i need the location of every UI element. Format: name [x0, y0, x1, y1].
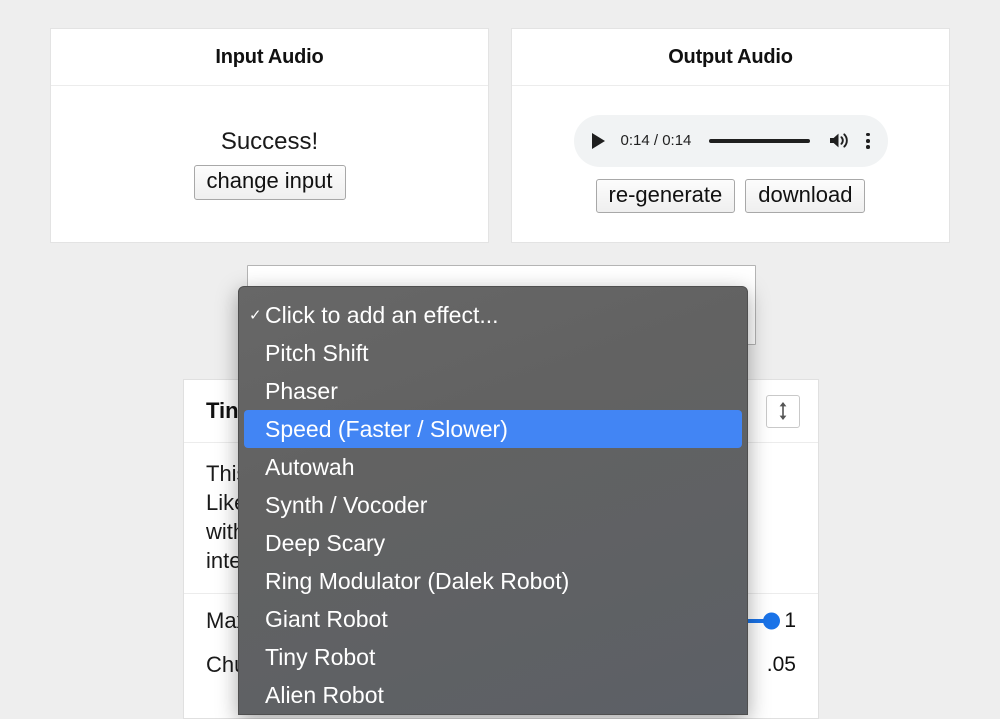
dropdown-option-phaser[interactable]: Phaser: [239, 372, 747, 410]
param-value: .05: [766, 653, 796, 676]
dropdown-option-click-to-add[interactable]: ✓ Click to add an effect...: [239, 296, 747, 334]
more-vertical-icon[interactable]: [866, 132, 870, 149]
dropdown-option-label: Deep Scary: [265, 529, 386, 556]
menu-dot: [866, 132, 870, 137]
change-input-button[interactable]: change input: [193, 165, 346, 200]
menu-dot: [866, 145, 870, 149]
dropdown-option-alien-robot[interactable]: Alien Robot: [239, 676, 747, 714]
volume-icon[interactable]: [828, 131, 850, 150]
dropdown-option-label: Synth / Vocoder: [265, 491, 428, 518]
slider-thumb[interactable]: [763, 612, 781, 630]
audio-time-display: 0:14 / 0:14: [620, 132, 692, 150]
dropdown-option-label: Speed (Faster / Slower): [265, 415, 508, 442]
output-audio-header: Output Audio: [512, 29, 949, 86]
dropdown-option-ring-modulator[interactable]: Ring Modulator (Dalek Robot): [239, 562, 747, 600]
dropdown-option-label: Autowah: [265, 453, 355, 480]
dropdown-option-giant-robot[interactable]: Giant Robot: [239, 600, 747, 638]
param-value-group[interactable]: .05: [767, 653, 796, 677]
param-value: 1: [784, 609, 796, 632]
dropdown-option-tiny-robot[interactable]: Tiny Robot: [239, 638, 747, 676]
download-button[interactable]: download: [745, 178, 866, 214]
audio-progress-bar[interactable]: [709, 138, 810, 143]
dropdown-option-label: Giant Robot: [265, 605, 388, 632]
input-audio-title: Input Audio: [215, 45, 324, 68]
dropdown-option-label: Click to add an effect...: [265, 301, 499, 328]
audio-panels-row: Input Audio Success! change input Output…: [50, 28, 950, 243]
check-icon: ✓: [249, 306, 262, 324]
dropdown-option-label: Tiny Robot: [265, 643, 376, 670]
audio-player[interactable]: 0:14 / 0:14: [573, 114, 888, 167]
input-audio-panel: Input Audio Success! change input: [50, 28, 489, 243]
dropdown-option-speed[interactable]: Speed (Faster / Slower): [244, 410, 742, 448]
re-generate-button[interactable]: re-generate: [595, 178, 736, 214]
dropdown-option-synth-vocoder[interactable]: Synth / Vocoder: [239, 486, 747, 524]
dropdown-option-label: Ring Modulator (Dalek Robot): [265, 567, 570, 594]
input-status-text: Success!: [220, 128, 319, 156]
dropdown-option-pitch-shift[interactable]: Pitch Shift: [239, 334, 747, 372]
output-action-buttons: re-generate download: [595, 178, 866, 214]
dropdown-option-label: Pitch Shift: [265, 339, 369, 366]
output-audio-panel: Output Audio 0:14 / 0:14 re-generate dow…: [511, 28, 950, 243]
resize-vertical-icon[interactable]: [766, 394, 800, 428]
play-icon[interactable]: [591, 132, 605, 149]
dropdown-option-autowah[interactable]: Autowah: [239, 448, 747, 486]
input-audio-body: Success! change input: [51, 86, 488, 242]
dropdown-option-label: Alien Robot: [265, 681, 384, 708]
dropdown-option-deep-scary[interactable]: Deep Scary: [239, 524, 747, 562]
output-audio-body: 0:14 / 0:14 re-generate download: [512, 86, 949, 242]
input-audio-header: Input Audio: [51, 29, 488, 86]
dropdown-option-label: Phaser: [265, 377, 338, 404]
menu-dot: [866, 139, 870, 143]
effect-dropdown-popup[interactable]: ✓ Click to add an effect... Pitch Shift …: [238, 286, 748, 715]
output-audio-title: Output Audio: [668, 45, 793, 68]
